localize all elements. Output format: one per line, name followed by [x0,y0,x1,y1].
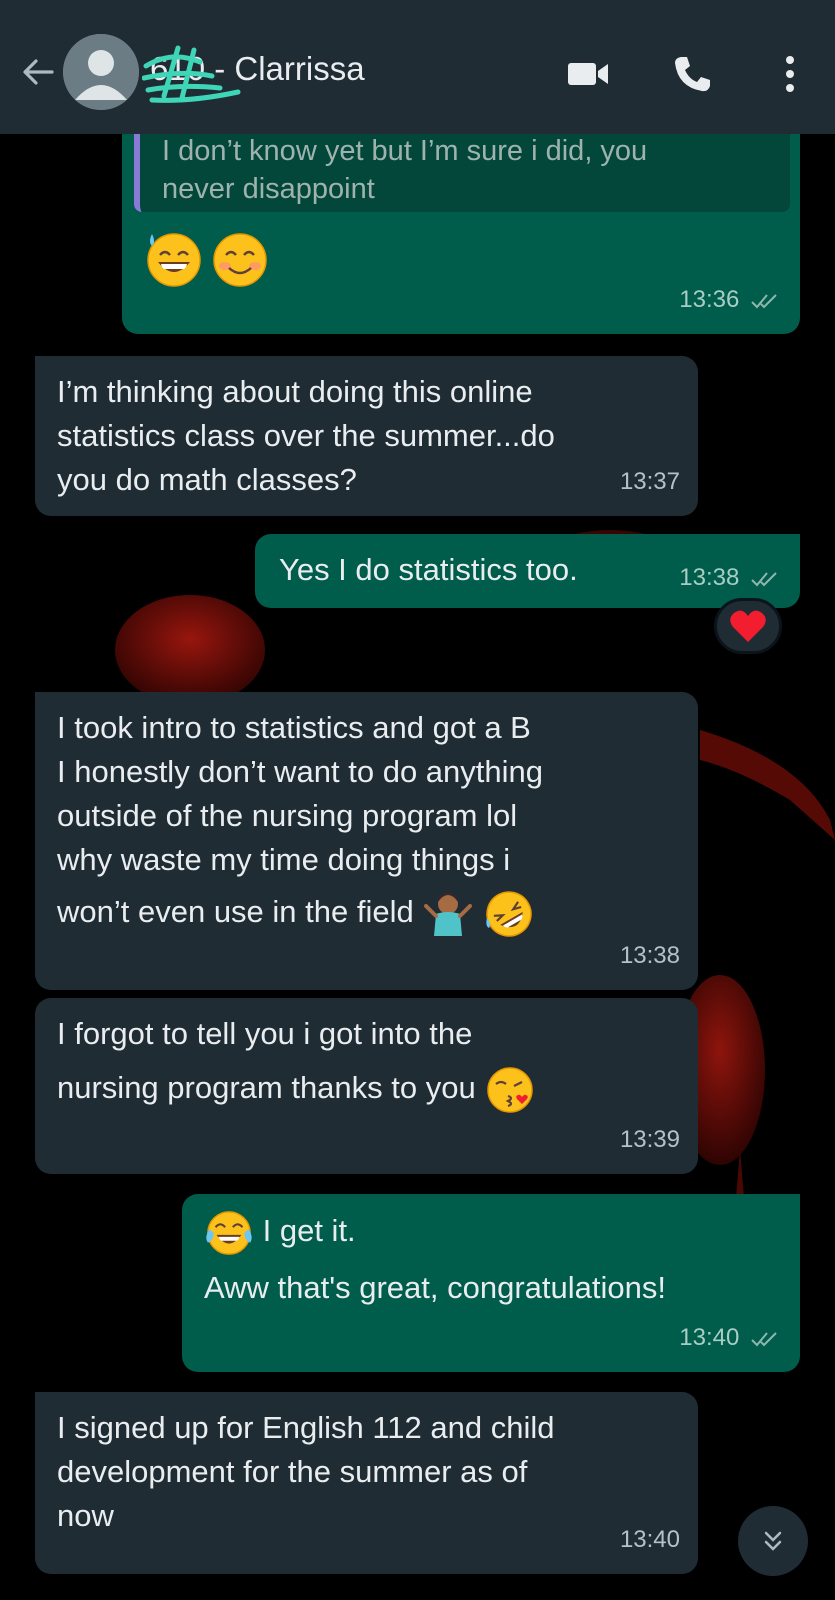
message-timestamp: 13:40 [619,1526,680,1553]
message-text-line: I’m thinking about doing this online [57,374,533,409]
message-text-line: statistics class over the summer...do [57,418,555,453]
rolling-laughing-emoji [486,891,532,937]
message-bubble-outgoing[interactable]: Yes I do statistics too. 13:38 [255,534,800,608]
quoted-text-line: I don’t know yet but I’m sure i did, you [162,135,648,167]
video-call-icon[interactable] [566,52,610,96]
message-timestamp: 13:39 [619,1126,680,1153]
message-reaction[interactable] [714,598,782,654]
quoted-message[interactable]: I don’t know yet but I’m sure i did, you… [134,124,790,212]
read-ticks-icon [751,293,777,309]
more-options-icon[interactable] [768,52,812,96]
phone-icon[interactable] [670,52,714,96]
message-bubble-incoming[interactable]: I’m thinking about doing this online sta… [35,356,698,516]
message-bubble-incoming[interactable]: I took intro to statistics and got a B I… [35,692,698,990]
read-ticks-icon [751,571,777,587]
message-list: I don’t know yet but I’m sure i did, you… [0,124,835,1600]
shrug-emoji [424,893,473,936]
message-bubble-outgoing[interactable]: I get it. Aww that's great, congratulati… [182,1194,800,1372]
message-text-line: I forgot to tell you i got into the [57,1016,473,1051]
back-arrow-icon[interactable] [18,52,58,92]
message-timestamp: 13:37 [619,468,680,495]
message-text-line: I took intro to statistics and got a B [57,710,531,745]
contact-name[interactable]: 610 - Clarrissa [150,50,365,88]
read-ticks-icon [751,1331,777,1347]
timestamp-text: 13:36 [679,286,740,313]
smiling-face-emoji [213,233,267,287]
message-text-line: outside of the nursing program lol [57,798,518,833]
quoted-text-line: never disappoint [162,173,375,205]
chat-header: 610 - Clarrissa [0,0,835,134]
message-bubble-incoming[interactable]: I signed up for English 112 and child de… [35,1392,698,1574]
message-text-line: I signed up for English 112 and child [57,1410,555,1445]
message-text-segment: nursing program thanks to you [57,1070,476,1106]
kiss-emoji [487,1067,534,1113]
message-text-line-with-emoji: nursing program thanks to you [57,1064,676,1116]
message-text-segment: won’t even use in the field [57,894,414,930]
message-timestamp: 13:36 [679,278,780,322]
timestamp-text: 13:40 [679,1324,740,1351]
message-text-line: development for the summer as of [57,1454,528,1489]
message-text-line-with-emoji: I get it. [204,1208,778,1258]
message-bubble-incoming[interactable]: I forgot to tell you i got into the nurs… [35,998,698,1174]
message-text-line: now [57,1498,114,1533]
tears-of-joy-emoji [206,1211,252,1255]
message-text-line: Aww that's great, congratulations! [204,1270,666,1305]
message-timestamp: 13:40 [679,1316,780,1360]
message-bubble-outgoing[interactable]: I don’t know yet but I’m sure i did, you… [122,124,800,334]
sweat-smile-emoji [147,233,201,287]
avatar-icon [63,34,139,110]
message-timestamp: 13:38 [679,556,780,600]
message-text-line: why waste my time doing things i [57,842,511,877]
message-text-line-with-emoji: won’t even use in the field [57,888,676,940]
message-text-line: I honestly don’t want to do anything [57,754,543,789]
scroll-to-bottom-button[interactable] [738,1506,808,1576]
red-heart-icon [730,610,766,642]
message-text-line: you do math classes? [57,462,357,497]
timestamp-text: 13:38 [679,564,740,591]
message-timestamp: 13:38 [619,942,680,969]
contact-avatar[interactable] [63,34,139,110]
double-chevron-down-icon [764,1531,782,1551]
message-text-segment: I get it. [262,1213,356,1249]
